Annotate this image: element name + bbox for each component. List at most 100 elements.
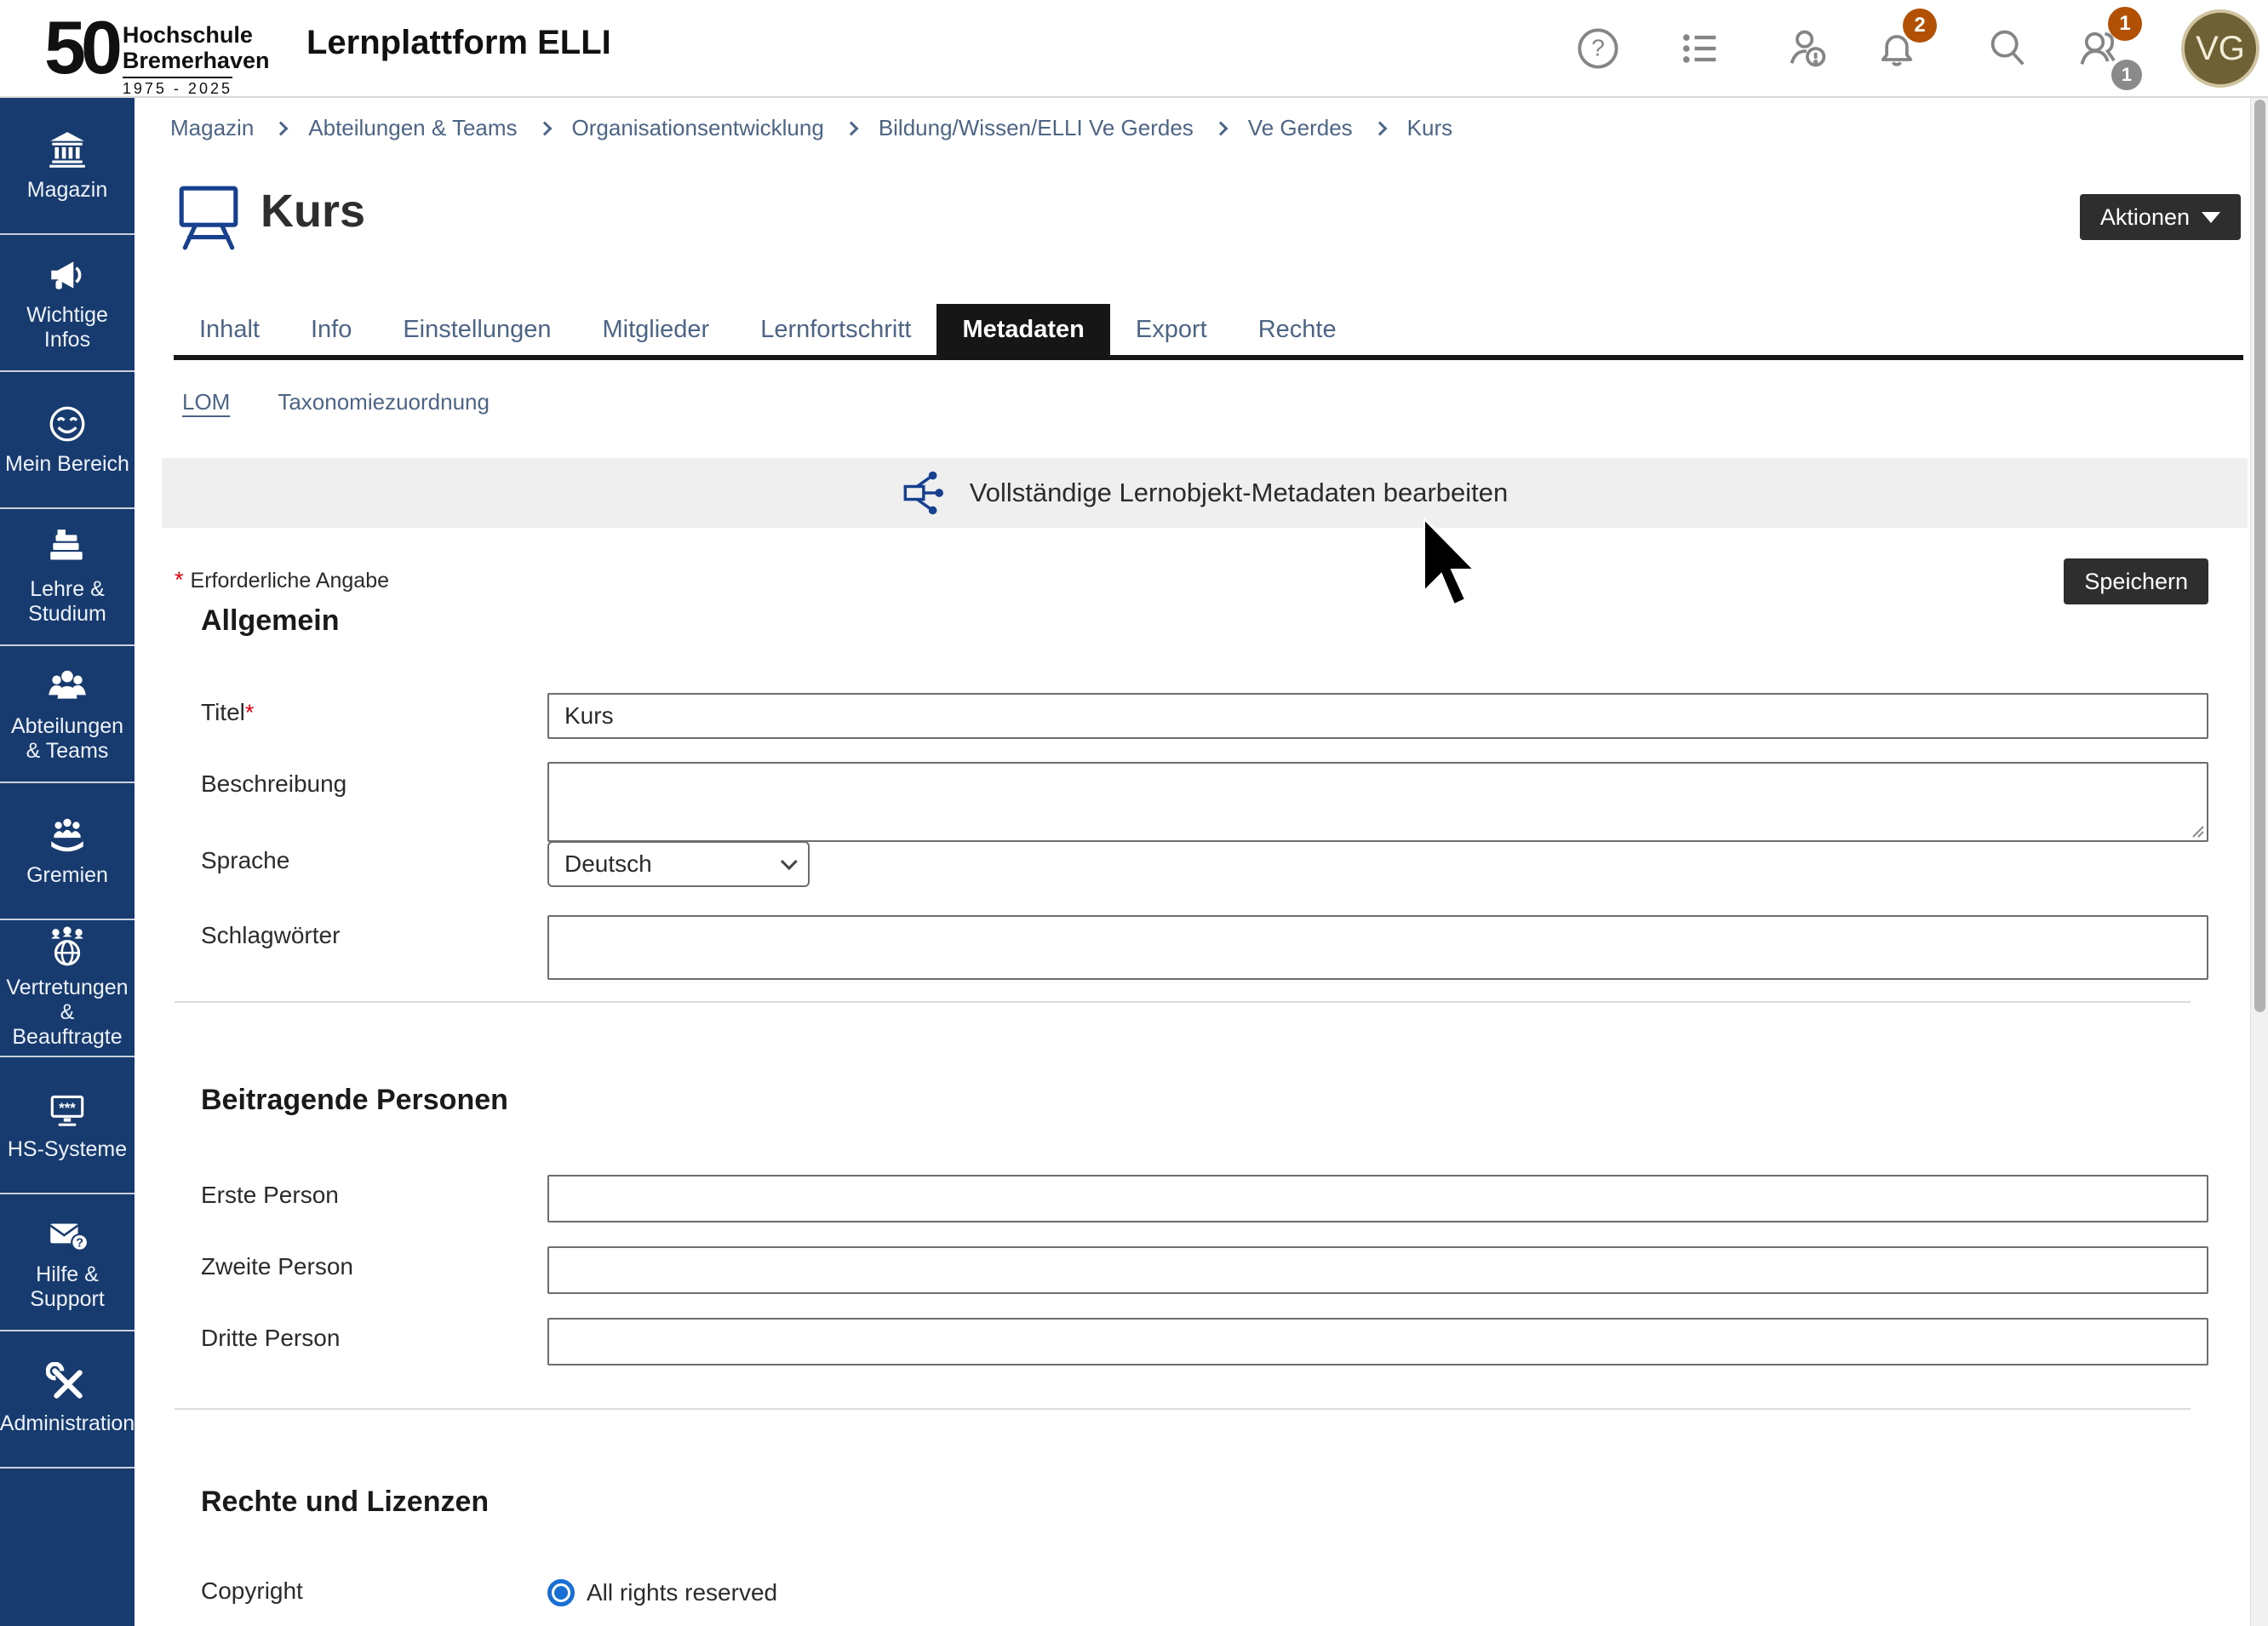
breadcrumb-link[interactable]: Organisationsentwicklung [572,115,824,141]
logo-line2: Bremerhaven [123,48,270,73]
main-content: Magazin Abteilungen & Teams Organisation… [135,98,2250,1626]
erste-person-label: Erste Person [201,1182,339,1209]
course-board-icon [175,183,243,251]
chevron-right-icon [537,121,552,135]
chevron-right-icon [1372,121,1387,135]
sidebar-item-abteilungen-teams[interactable]: Abteilungen & Teams [0,646,135,783]
sidebar-item-wichtige-infos[interactable]: Wichtige Infos [0,235,135,372]
breadcrumb-link[interactable]: Abteilungen & Teams [308,115,517,141]
search-icon[interactable] [1985,26,2031,72]
scrollbar-thumb[interactable] [2254,100,2265,1012]
beschreibung-label: Beschreibung [201,770,346,798]
beschreibung-textarea[interactable] [547,762,2208,842]
sidebar-item-label: Wichtige Infos [3,303,131,352]
breadcrumb: Magazin Abteilungen & Teams Organisation… [170,115,1452,141]
svg-text:***: *** [59,1100,76,1116]
section-heading-rechte: Rechte und Lizenzen [201,1486,489,1519]
sidebar-item-label: Abteilungen & Teams [3,714,131,764]
section-heading-allgemein: Allgemein [201,604,339,638]
sidebar-item-administration[interactable]: Administration [0,1331,135,1469]
tab-einstellungen[interactable]: Einstellungen [377,304,576,355]
notifications-badge: 2 [1903,9,1937,43]
section-divider [175,1001,2191,1003]
schlagwoerter-label: Schlagwörter [201,922,340,949]
tab-bar: Inhalt Info Einstellungen Mitglieder Ler… [174,304,2243,360]
tab-metadaten[interactable]: Metadaten [936,304,1109,355]
breadcrumb-current[interactable]: Kurs [1407,115,1452,141]
bell-icon[interactable]: 2 [1874,26,1920,72]
sidebar-item-gremien[interactable]: Gremien [0,783,135,920]
tab-info[interactable]: Info [285,304,377,355]
copyright-option-label: All rights reserved [587,1579,777,1606]
sidebar-item-label: Mein Bereich [5,452,129,477]
user-alert-icon[interactable] [1785,26,1831,72]
contacts-new-badge: 1 [2108,7,2142,41]
actions-button[interactable]: Aktionen [2080,194,2241,240]
help-circle-icon[interactable]: ? [1575,26,1621,72]
vertical-scrollbar [2250,98,2268,1626]
save-button-label: Speichern [2084,569,2188,595]
svg-text:?: ? [1591,35,1605,61]
monitor-password-icon: *** [46,1088,89,1131]
metadata-node-icon [902,469,949,517]
chevron-down-icon [781,853,798,870]
titel-input[interactable] [547,693,2208,739]
resize-grip-icon[interactable] [2190,823,2205,839]
avatar[interactable]: VG [2181,9,2259,88]
subtab-taxonomiezuordnung[interactable]: Taxonomiezuordnung [278,389,490,415]
tab-export[interactable]: Export [1110,304,1233,355]
caret-down-icon [2202,212,2220,223]
zweite-person-input[interactable] [547,1246,2208,1294]
tab-inhalt[interactable]: Inhalt [174,304,285,355]
contacts-icon[interactable]: 1 1 [2077,26,2123,72]
committee-hand-icon [46,814,89,856]
tab-lernfortschritt[interactable]: Lernfortschritt [735,304,936,355]
svg-text:?: ? [76,1236,83,1250]
sidebar-item-lehre-studium[interactable]: Lehre & Studium [0,509,135,646]
titel-label: Titel* [201,699,261,726]
logo-years: 1975 - 2025 [123,77,232,98]
breadcrumb-link[interactable]: Bildung/Wissen/ELLI Ve Gerdes [879,115,1194,141]
sidebar-item-magazin[interactable]: Magazin [0,98,135,235]
hochschule-bremerhaven-logo: 50 Hochschule Bremerhaven 1975 - 2025 [44,7,269,98]
edit-full-metadata-label: Vollständige Lernobjekt-Metadaten bearbe… [970,478,1509,508]
bank-icon [46,129,89,171]
erste-person-input[interactable] [547,1175,2208,1222]
sidebar-item-vertretungen[interactable]: Vertretungen & Beauftragte [0,920,135,1057]
sidebar-item-label: Lehre & Studium [3,577,131,627]
sidebar-item-hilfe-support[interactable]: ? Hilfe & Support [0,1194,135,1331]
required-star: * [245,700,255,725]
breadcrumb-link[interactable]: Ve Gerdes [1248,115,1353,141]
sidebar-item-mein-bereich[interactable]: Mein Bereich [0,372,135,509]
sidebar-item-label: Administration [0,1411,135,1436]
contacts-online-badge: 1 [2111,60,2142,90]
smiley-icon [46,403,89,445]
copyright-radio[interactable] [547,1579,575,1606]
edit-full-metadata-banner[interactable]: Vollständige Lernobjekt-Metadaten bearbe… [162,458,2248,528]
chevron-right-icon [844,121,858,135]
chevron-right-icon [274,121,289,135]
megaphone-icon [46,254,89,296]
subtab-lom[interactable]: LOM [182,389,230,415]
sprache-select[interactable]: Deutsch [547,841,810,887]
required-note: *Erforderliche Angabe [175,567,389,593]
sidebar-item-label: Vertretungen & Beauftragte [3,976,131,1050]
save-button[interactable]: Speichern [2064,558,2208,604]
subtab-bar: LOM Taxonomiezuordnung [182,389,490,415]
tools-icon [46,1362,89,1405]
bullet-list-icon[interactable] [1677,26,1723,72]
tab-rechte[interactable]: Rechte [1233,304,1362,355]
dritte-person-input[interactable] [547,1318,2208,1365]
chevron-right-icon [1213,121,1228,135]
schlagwoerter-input[interactable] [547,915,2208,980]
page-title: Kurs [261,185,365,238]
beschreibung-field [547,762,2208,842]
breadcrumb-link[interactable]: Magazin [170,115,254,141]
tab-mitglieder[interactable]: Mitglieder [576,304,735,355]
main-sidebar: Magazin Wichtige Infos Mein Bereich Lehr… [0,98,135,1626]
globe-people-icon [46,926,89,969]
section-heading-beitragende: Beitragende Personen [201,1084,508,1117]
sidebar-item-hs-systeme[interactable]: *** HS-Systeme [0,1057,135,1194]
sidebar-item-label: HS-Systeme [8,1137,127,1162]
mouse-cursor [1423,518,1475,608]
